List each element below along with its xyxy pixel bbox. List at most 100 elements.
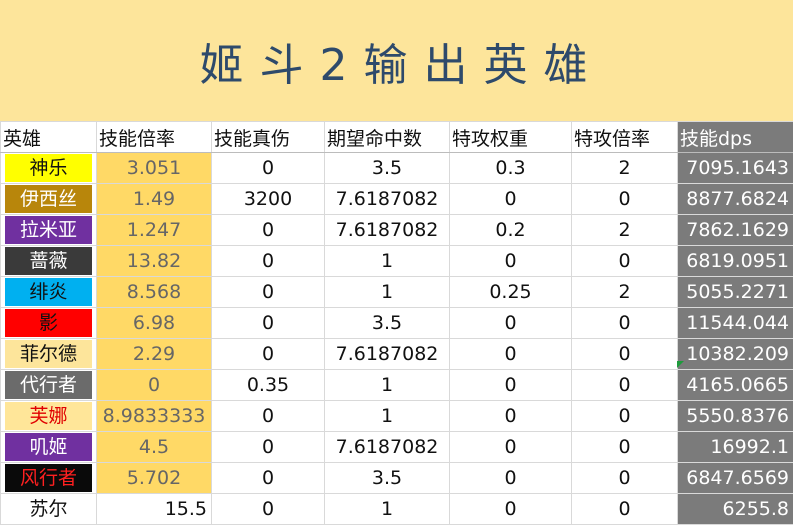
table-row: 影6.9803.50011544.044: [1, 308, 793, 339]
hero-name-cell[interactable]: 绯炎: [1, 277, 97, 308]
header-cell-special-weight[interactable]: 特攻权重: [450, 122, 572, 153]
expected-hits-cell[interactable]: 3.5: [325, 153, 450, 184]
table-row: 拉米亚1.24707.61870820.227862.1629: [1, 215, 793, 246]
special-weight-cell[interactable]: 0.25: [450, 277, 572, 308]
hero-name-cell[interactable]: 叽姬: [1, 432, 97, 463]
special-multiplier-cell[interactable]: 0: [572, 184, 678, 215]
expected-hits-cell[interactable]: 1: [325, 401, 450, 432]
skill-dps-cell[interactable]: 5055.2271: [678, 277, 793, 308]
skill-rate-cell[interactable]: 4.5: [97, 432, 212, 463]
special-multiplier-cell[interactable]: 0: [572, 401, 678, 432]
skill-rate-cell[interactable]: 3.051: [97, 153, 212, 184]
hero-name-cell[interactable]: 苏尔: [1, 494, 97, 525]
special-weight-cell[interactable]: 0: [450, 432, 572, 463]
skill-dps-cell[interactable]: 6255.8: [678, 494, 793, 525]
skill-dps-cell[interactable]: 10382.209: [678, 339, 793, 370]
special-weight-cell[interactable]: 0.3: [450, 153, 572, 184]
true-damage-cell[interactable]: 0: [212, 339, 325, 370]
skill-dps-cell[interactable]: 5550.8376: [678, 401, 793, 432]
header-cell-true-damage[interactable]: 技能真伤: [212, 122, 325, 153]
true-damage-cell[interactable]: 0: [212, 401, 325, 432]
special-weight-cell[interactable]: 0: [450, 339, 572, 370]
skill-rate-cell[interactable]: 2.29: [97, 339, 212, 370]
expected-hits-cell[interactable]: 7.6187082: [325, 432, 450, 463]
hero-name-cell[interactable]: 代行者: [1, 370, 97, 401]
skill-rate-cell[interactable]: 5.702: [97, 463, 212, 494]
true-damage-cell[interactable]: 0: [212, 277, 325, 308]
true-damage-cell[interactable]: 0: [212, 215, 325, 246]
special-multiplier-cell[interactable]: 0: [572, 308, 678, 339]
special-weight-cell[interactable]: 0: [450, 308, 572, 339]
expected-hits-cell[interactable]: 1: [325, 370, 450, 401]
true-damage-cell[interactable]: 0: [212, 153, 325, 184]
skill-dps-cell[interactable]: 4165.0665: [678, 370, 793, 401]
skill-dps-cell[interactable]: 11544.044: [678, 308, 793, 339]
skill-dps-cell[interactable]: 7862.1629: [678, 215, 793, 246]
true-damage-cell[interactable]: 0: [212, 246, 325, 277]
skill-dps-cell[interactable]: 6819.0951: [678, 246, 793, 277]
special-weight-cell[interactable]: 0: [450, 370, 572, 401]
hero-name-cell[interactable]: 芙娜: [1, 401, 97, 432]
hero-name-label: 蔷薇: [5, 247, 92, 275]
special-multiplier-cell[interactable]: 0: [572, 339, 678, 370]
expected-hits-cell[interactable]: 1: [325, 246, 450, 277]
expected-hits-cell[interactable]: 3.5: [325, 463, 450, 494]
true-damage-cell[interactable]: 0.35: [212, 370, 325, 401]
hero-name-cell[interactable]: 拉米亚: [1, 215, 97, 246]
special-weight-cell[interactable]: 0: [450, 401, 572, 432]
table-row: 代行者00.351004165.0665: [1, 370, 793, 401]
true-damage-cell[interactable]: 3200: [212, 184, 325, 215]
skill-rate-cell[interactable]: 8.568: [97, 277, 212, 308]
hero-name-label: 拉米亚: [5, 216, 92, 244]
hero-name-cell[interactable]: 风行者: [1, 463, 97, 494]
skill-rate-cell[interactable]: 1.49: [97, 184, 212, 215]
expected-hits-cell[interactable]: 7.6187082: [325, 184, 450, 215]
special-weight-cell[interactable]: 0: [450, 184, 572, 215]
skill-rate-cell[interactable]: 15.5: [97, 494, 212, 525]
expected-hits-cell[interactable]: 7.6187082: [325, 215, 450, 246]
true-damage-cell[interactable]: 0: [212, 463, 325, 494]
special-multiplier-cell[interactable]: 0: [572, 370, 678, 401]
expected-hits-cell[interactable]: 1: [325, 494, 450, 525]
skill-dps-cell[interactable]: 16992.1: [678, 432, 793, 463]
hero-name-cell[interactable]: 影: [1, 308, 97, 339]
special-multiplier-cell[interactable]: 2: [572, 215, 678, 246]
special-multiplier-cell[interactable]: 2: [572, 153, 678, 184]
header-cell-skill-rate[interactable]: 技能倍率: [97, 122, 212, 153]
special-multiplier-cell[interactable]: 0: [572, 463, 678, 494]
skill-dps-cell[interactable]: 6847.6569: [678, 463, 793, 494]
true-damage-cell[interactable]: 0: [212, 308, 325, 339]
expected-hits-cell[interactable]: 7.6187082: [325, 339, 450, 370]
table-row: 芙娜8.983333301005550.8376: [1, 401, 793, 432]
hero-name-cell[interactable]: 伊西丝: [1, 184, 97, 215]
special-multiplier-cell[interactable]: 2: [572, 277, 678, 308]
table-row: 神乐3.05103.50.327095.1643: [1, 153, 793, 184]
header-cell-hero[interactable]: 英雄: [1, 122, 97, 153]
expected-hits-cell[interactable]: 3.5: [325, 308, 450, 339]
hero-name-cell[interactable]: 菲尔德: [1, 339, 97, 370]
header-cell-special-multiplier[interactable]: 特攻倍率: [572, 122, 678, 153]
header-cell-expected-hits[interactable]: 期望命中数: [325, 122, 450, 153]
skill-dps-cell[interactable]: 8877.6824: [678, 184, 793, 215]
hero-name-label: 伊西丝: [5, 185, 92, 213]
special-weight-cell[interactable]: 0: [450, 463, 572, 494]
special-weight-cell[interactable]: 0: [450, 246, 572, 277]
hero-name-cell[interactable]: 蔷薇: [1, 246, 97, 277]
special-multiplier-cell[interactable]: 0: [572, 432, 678, 463]
special-multiplier-cell[interactable]: 0: [572, 246, 678, 277]
skill-dps-cell[interactable]: 7095.1643: [678, 153, 793, 184]
skill-rate-cell[interactable]: 13.82: [97, 246, 212, 277]
header-cell-skill-dps[interactable]: 技能dps: [678, 122, 793, 153]
skill-rate-cell[interactable]: 6.98: [97, 308, 212, 339]
skill-rate-cell[interactable]: 8.9833333: [97, 401, 212, 432]
true-damage-cell[interactable]: 0: [212, 432, 325, 463]
special-weight-cell[interactable]: 0.2: [450, 215, 572, 246]
skill-rate-cell[interactable]: 1.247: [97, 215, 212, 246]
true-damage-cell[interactable]: 0: [212, 494, 325, 525]
expected-hits-cell[interactable]: 1: [325, 277, 450, 308]
hero-name-cell[interactable]: 神乐: [1, 153, 97, 184]
skill-rate-cell[interactable]: 0: [97, 370, 212, 401]
special-multiplier-cell[interactable]: 0: [572, 494, 678, 525]
special-weight-cell[interactable]: 0: [450, 494, 572, 525]
hero-name-label: 影: [5, 309, 92, 337]
